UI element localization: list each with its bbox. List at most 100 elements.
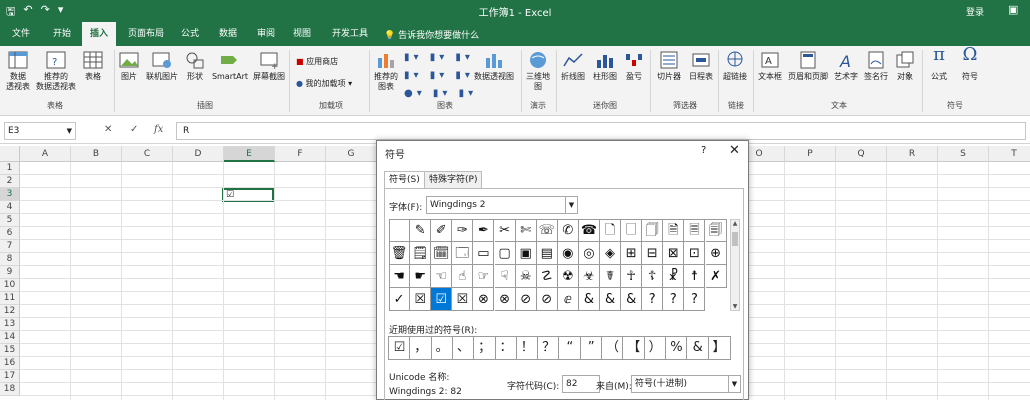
recommended-chart-button[interactable]: 推荐的 图表: [372, 50, 400, 92]
symbol-cell[interactable]: ☎: [578, 219, 600, 242]
row-header[interactable]: 5: [0, 214, 20, 227]
symbol-cell[interactable]: ⅇ: [557, 288, 579, 311]
row-header[interactable]: 7: [0, 240, 20, 253]
font-select[interactable]: Wingdings 2 ▼: [426, 196, 578, 214]
symbol-cell[interactable]: &: [600, 288, 622, 311]
scroll-down-icon[interactable]: ▼: [731, 303, 739, 310]
textbox-button[interactable]: A 文本框: [756, 50, 784, 82]
formula-input[interactable]: R: [176, 122, 1026, 140]
row-header[interactable]: 8: [0, 253, 20, 266]
symbol-cell[interactable]: ☢: [557, 265, 579, 288]
column-header[interactable]: E: [224, 146, 275, 162]
recent-symbol-cell[interactable]: “: [558, 336, 582, 360]
symbol-cell[interactable]: ✓: [389, 288, 411, 311]
tab-developer[interactable]: 开发工具: [326, 22, 374, 46]
insert-function-icon[interactable]: fx: [154, 124, 163, 135]
symbol-cell[interactable]: ⊗: [494, 288, 516, 311]
symbol-cell[interactable]: 🗒: [410, 242, 432, 265]
equation-button[interactable]: π 公式: [926, 46, 952, 82]
symbol-cell[interactable]: ⊘: [515, 288, 537, 311]
tell-me-box[interactable]: 💡 告诉我你想要做什么: [384, 28, 479, 41]
cancel-icon[interactable]: ✕: [104, 124, 112, 135]
column-header[interactable]: C: [122, 146, 173, 162]
symbol-cell[interactable]: ☒: [452, 288, 474, 311]
symbol-cell[interactable]: ✗: [705, 265, 727, 288]
symbol-cell[interactable]: 🗎: [663, 219, 685, 242]
wordart-button[interactable]: A 艺术字: [832, 50, 860, 82]
symbol-cell[interactable]: ?: [642, 288, 664, 311]
table-button[interactable]: 表格: [80, 50, 106, 82]
symbol-cell[interactable]: ☡: [536, 265, 558, 288]
symbol-cell[interactable]: ⊞: [621, 242, 643, 265]
symbol-cell[interactable]: ⊗: [473, 288, 495, 311]
row-header[interactable]: 4: [0, 201, 20, 214]
recent-symbol-cell[interactable]: ：: [494, 336, 518, 360]
chart-type-gallery[interactable]: ▮▾ ▮▾ ▮▾: [404, 52, 474, 63]
symbol-cell[interactable]: ☟: [494, 265, 516, 288]
hyperlink-button[interactable]: 超链接: [721, 50, 749, 82]
column-header[interactable]: F: [275, 146, 326, 162]
row-header[interactable]: 10: [0, 279, 20, 292]
symbol-cell[interactable]: ☛: [410, 265, 432, 288]
symbol-cell[interactable]: ☝: [452, 265, 474, 288]
chart-type-gallery-2[interactable]: ▮▾ ▮▾ ▮▾: [404, 70, 474, 81]
recent-symbol-cell[interactable]: ）: [643, 336, 667, 360]
recent-symbol-cell[interactable]: ☑: [388, 336, 411, 360]
recent-symbol-cell[interactable]: ”: [579, 336, 603, 360]
tab-insert[interactable]: 插入: [82, 22, 116, 46]
column-header[interactable]: G: [326, 146, 377, 162]
scrollbar-thumb[interactable]: [732, 232, 738, 246]
recent-symbol-cell[interactable]: 【: [622, 336, 646, 360]
symbol-cell[interactable]: ⊕: [705, 242, 727, 265]
recent-symbol-cell[interactable]: ？: [537, 336, 561, 360]
object-button[interactable]: 对象: [892, 50, 918, 82]
row-header[interactable]: 6: [0, 227, 20, 240]
symbol-cell[interactable]: 🗓: [431, 242, 453, 265]
column-header[interactable]: Q: [836, 146, 887, 162]
recent-symbol-cell[interactable]: ！: [515, 336, 539, 360]
help-icon[interactable]: ?: [701, 145, 706, 156]
tab-page-layout[interactable]: 页面布局: [120, 22, 172, 46]
smartart-button[interactable]: SmartArt: [210, 50, 250, 82]
slicer-button[interactable]: 切片器: [654, 50, 684, 82]
recent-symbol-cell[interactable]: ，: [409, 336, 433, 360]
symbol-cell[interactable]: ☜: [431, 265, 453, 288]
symbol-cell[interactable]: ▢: [494, 242, 516, 265]
symbol-cell[interactable]: ⊠: [663, 242, 685, 265]
header-footer-button[interactable]: 页眉和页脚: [786, 50, 830, 82]
close-icon[interactable]: ✕: [729, 143, 740, 158]
chart-type-gallery-3[interactable]: ●▾ ▮▾ ▮▾: [404, 88, 477, 99]
symbol-cell[interactable]: ✂: [494, 219, 516, 242]
symbol-cell[interactable]: ☏: [536, 219, 558, 242]
store-button[interactable]: ■ 应用商店: [296, 56, 338, 67]
column-header[interactable]: T: [989, 146, 1030, 162]
symbol-cell[interactable]: ☑: [431, 288, 453, 311]
symbol-cell[interactable]: [389, 219, 411, 242]
column-sparkline-button[interactable]: 柱形图: [590, 50, 620, 82]
winloss-button[interactable]: 盈亏: [622, 50, 646, 82]
symbol-cell[interactable]: ⊘: [536, 288, 558, 311]
symbol-cell[interactable]: ✒: [473, 219, 495, 242]
name-box[interactable]: E3 ▼: [4, 122, 76, 140]
line-sparkline-button[interactable]: 折线图: [558, 50, 588, 82]
login-button[interactable]: 登录: [966, 5, 984, 18]
column-header[interactable]: A: [20, 146, 71, 162]
online-picture-button[interactable]: 联机图片: [143, 50, 181, 82]
pivot-table-button[interactable]: 数据 透视表: [4, 50, 32, 92]
column-header[interactable]: P: [785, 146, 836, 162]
row-header[interactable]: 9: [0, 266, 20, 279]
symbol-cell[interactable]: ✆: [557, 219, 579, 242]
row-header[interactable]: 11: [0, 292, 20, 305]
symbol-cell[interactable]: ?: [663, 288, 685, 311]
symbol-cell[interactable]: ☞: [473, 265, 495, 288]
symbol-cell[interactable]: ◈: [600, 242, 622, 265]
select-all-corner[interactable]: [0, 146, 20, 162]
tab-view[interactable]: 视图: [286, 22, 318, 46]
row-header[interactable]: 14: [0, 331, 20, 344]
my-addins-button[interactable]: ● 我的加载项 ▾: [296, 78, 352, 89]
column-header[interactable]: R: [887, 146, 938, 162]
symbol-cell[interactable]: ✄: [515, 219, 537, 242]
symbol-cell[interactable]: 🗏: [684, 219, 706, 242]
symbol-grid[interactable]: ✎ ✐ ✑ ✒ ✂ ✄ ☏ ✆ ☎ 🗋 🗌 🗍 🗎 🗏 🗐 🗑 🗒 🗓 🗔 ▭ ▢ ▣ ▤ ◉ ◎ ◈ ⊞ ⊟ ⊠ ⊡ ⊕ ☚ ☛ ☜ ☝ ☞ ☟ ☠ ☡ ☢…: [389, 219, 729, 311]
column-header[interactable]: S: [938, 146, 989, 162]
